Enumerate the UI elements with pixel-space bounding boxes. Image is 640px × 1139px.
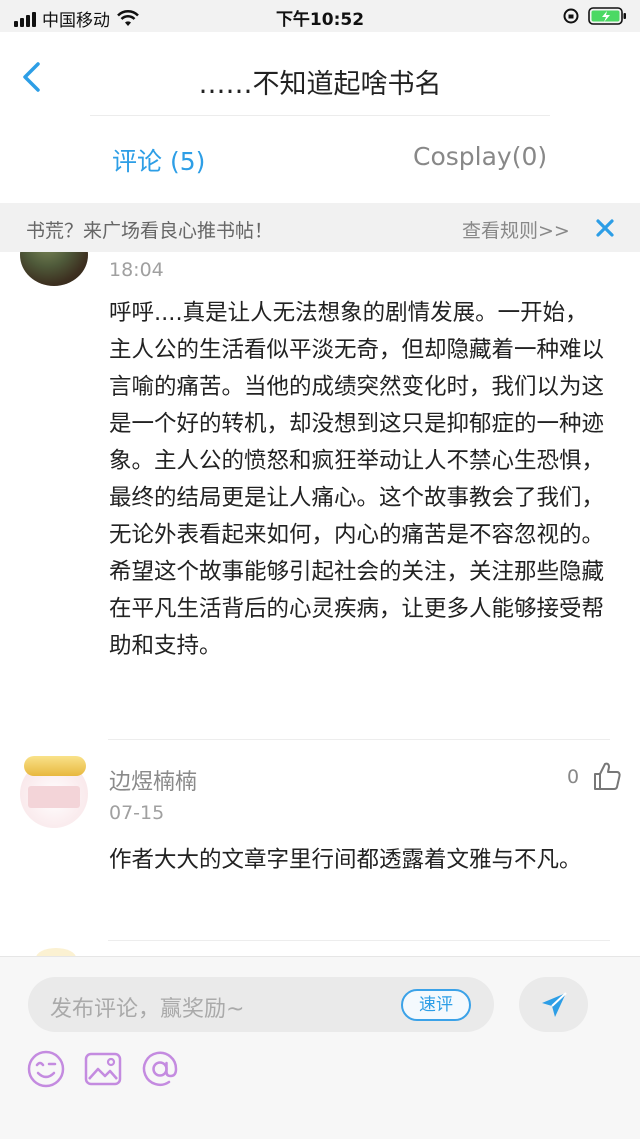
tab-comments[interactable]: 评论 (5): [112, 142, 205, 178]
tab-bar: 评论 (5) Cosplay(0): [0, 116, 640, 202]
view-rules-link[interactable]: 查看规则>>: [462, 216, 570, 243]
comment-input-placeholder: 发布评论，赢奖励~: [50, 997, 245, 1022]
status-time: 下午10:52: [275, 10, 365, 30]
emoji-icon[interactable]: [26, 1049, 66, 1089]
comment-body: 呼呼....真是让人无法想象的剧情发展。一开始，主人公的生活看似平淡无奇，但却隐…: [109, 300, 605, 659]
at-icon[interactable]: [140, 1049, 180, 1089]
like-count: 0: [567, 766, 580, 788]
image-icon[interactable]: [83, 1049, 123, 1089]
notice-text[interactable]: 书荒？来广场看良心推书帖！: [26, 216, 273, 243]
page-title: ……不知道起啥书名: [198, 69, 442, 100]
avatar-badge: [24, 756, 86, 776]
comment-time: 07-15: [109, 802, 165, 824]
comment-body: 作者大大的文章字里行间都透露着文雅与不凡。: [109, 847, 582, 873]
avatar[interactable]: [36, 948, 76, 956]
send-icon: [542, 992, 567, 1017]
close-icon[interactable]: [594, 217, 616, 239]
avatar[interactable]: [20, 756, 88, 828]
status-bar: 中国移动 下午10:52: [0, 0, 640, 32]
quick-comment-button[interactable]: 速评: [401, 989, 471, 1021]
comment-divider: [108, 739, 610, 740]
comment-divider: [108, 940, 610, 941]
like-icon[interactable]: [592, 760, 622, 792]
comment-input[interactable]: 发布评论，赢奖励~ 速评: [28, 977, 494, 1032]
comment-composer: 发布评论，赢奖励~ 速评: [0, 956, 640, 1139]
nav-bar: ……不知道起啥书名: [0, 32, 640, 116]
comment-list: 18:04 呼呼....真是让人无法想象的剧情发展。一开始，主人公的生活看似平淡…: [0, 252, 640, 956]
notice-banner: 书荒？来广场看良心推书帖！ 查看规则>>: [0, 203, 640, 252]
orientation-lock-icon: [563, 8, 579, 24]
status-right: [562, 6, 628, 26]
avatar-image: [28, 786, 80, 808]
back-arrow-icon[interactable]: [18, 60, 48, 94]
tab-cosplay[interactable]: Cosplay(0): [413, 142, 547, 171]
battery-icon: [588, 7, 626, 25]
avatar[interactable]: [20, 252, 88, 286]
comment-author[interactable]: 边煜楠楠: [109, 764, 197, 796]
comment-time: 18:04: [109, 259, 164, 281]
send-button[interactable]: [519, 977, 588, 1032]
